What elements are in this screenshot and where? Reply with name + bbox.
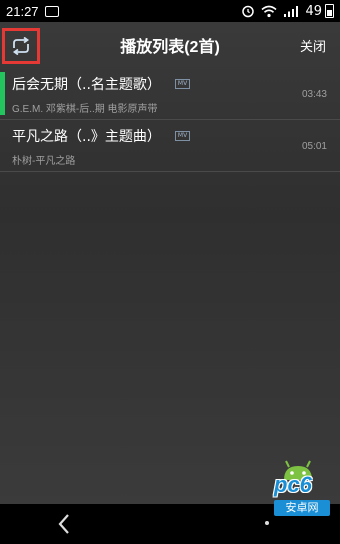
repeat-mode-button[interactable] bbox=[2, 28, 40, 64]
close-button[interactable]: 关闭 bbox=[300, 36, 326, 55]
wifi-icon bbox=[261, 5, 277, 17]
status-bar: 21:27 49 bbox=[0, 0, 340, 22]
signal-icon bbox=[284, 5, 299, 17]
song-title: 后会无期（..名主题歌） bbox=[12, 77, 161, 93]
mv-badge[interactable]: MV bbox=[174, 79, 191, 89]
playlist: 后会无期（..名主题歌） MV G.E.M. 邓紫棋-后..期 电影原声带 03… bbox=[0, 68, 340, 172]
repeat-icon bbox=[12, 37, 30, 55]
song-duration: 03:43 bbox=[301, 89, 327, 100]
status-time: 21:27 bbox=[6, 3, 39, 19]
mv-badge[interactable]: MV bbox=[174, 131, 191, 141]
home-dot-icon[interactable] bbox=[265, 521, 269, 525]
status-right: 49 bbox=[241, 4, 334, 19]
watermark-sub: 安卓网 bbox=[274, 500, 330, 516]
alarm-icon bbox=[242, 5, 255, 18]
playlist-item[interactable]: 平凡之路（..》主题曲） MV 朴树-平凡之路 05:01 bbox=[0, 120, 340, 172]
watermark-brand: pc6 bbox=[274, 472, 312, 497]
playlist-screen: 播放列表(2首) 关闭 后会无期（..名主题歌） MV G.E.M. 邓紫棋-后… bbox=[0, 22, 340, 504]
back-icon[interactable] bbox=[56, 513, 72, 535]
playlist-item[interactable]: 后会无期（..名主题歌） MV G.E.M. 邓紫棋-后..期 电影原声带 03… bbox=[0, 68, 340, 120]
battery-level: 49 bbox=[305, 3, 322, 19]
battery: 49 bbox=[305, 4, 334, 19]
song-title-line: 平凡之路（..》主题曲） MV bbox=[12, 126, 191, 146]
page-title: 播放列表(2首) bbox=[120, 39, 220, 56]
song-title-line: 后会无期（..名主题歌） MV bbox=[12, 74, 191, 94]
song-title: 平凡之路（..》主题曲） bbox=[12, 129, 161, 145]
image-notification-icon bbox=[44, 5, 59, 17]
playlist-header: 播放列表(2首) 关闭 bbox=[0, 22, 340, 68]
song-artist-album: G.E.M. 邓紫棋-后..期 电影原声带 bbox=[12, 104, 158, 115]
battery-icon bbox=[325, 4, 334, 18]
song-artist-album: 朴树-平凡之路 bbox=[12, 156, 76, 167]
song-duration: 05:01 bbox=[301, 141, 327, 152]
watermark-logo: pc6 安卓网 bbox=[258, 458, 340, 518]
